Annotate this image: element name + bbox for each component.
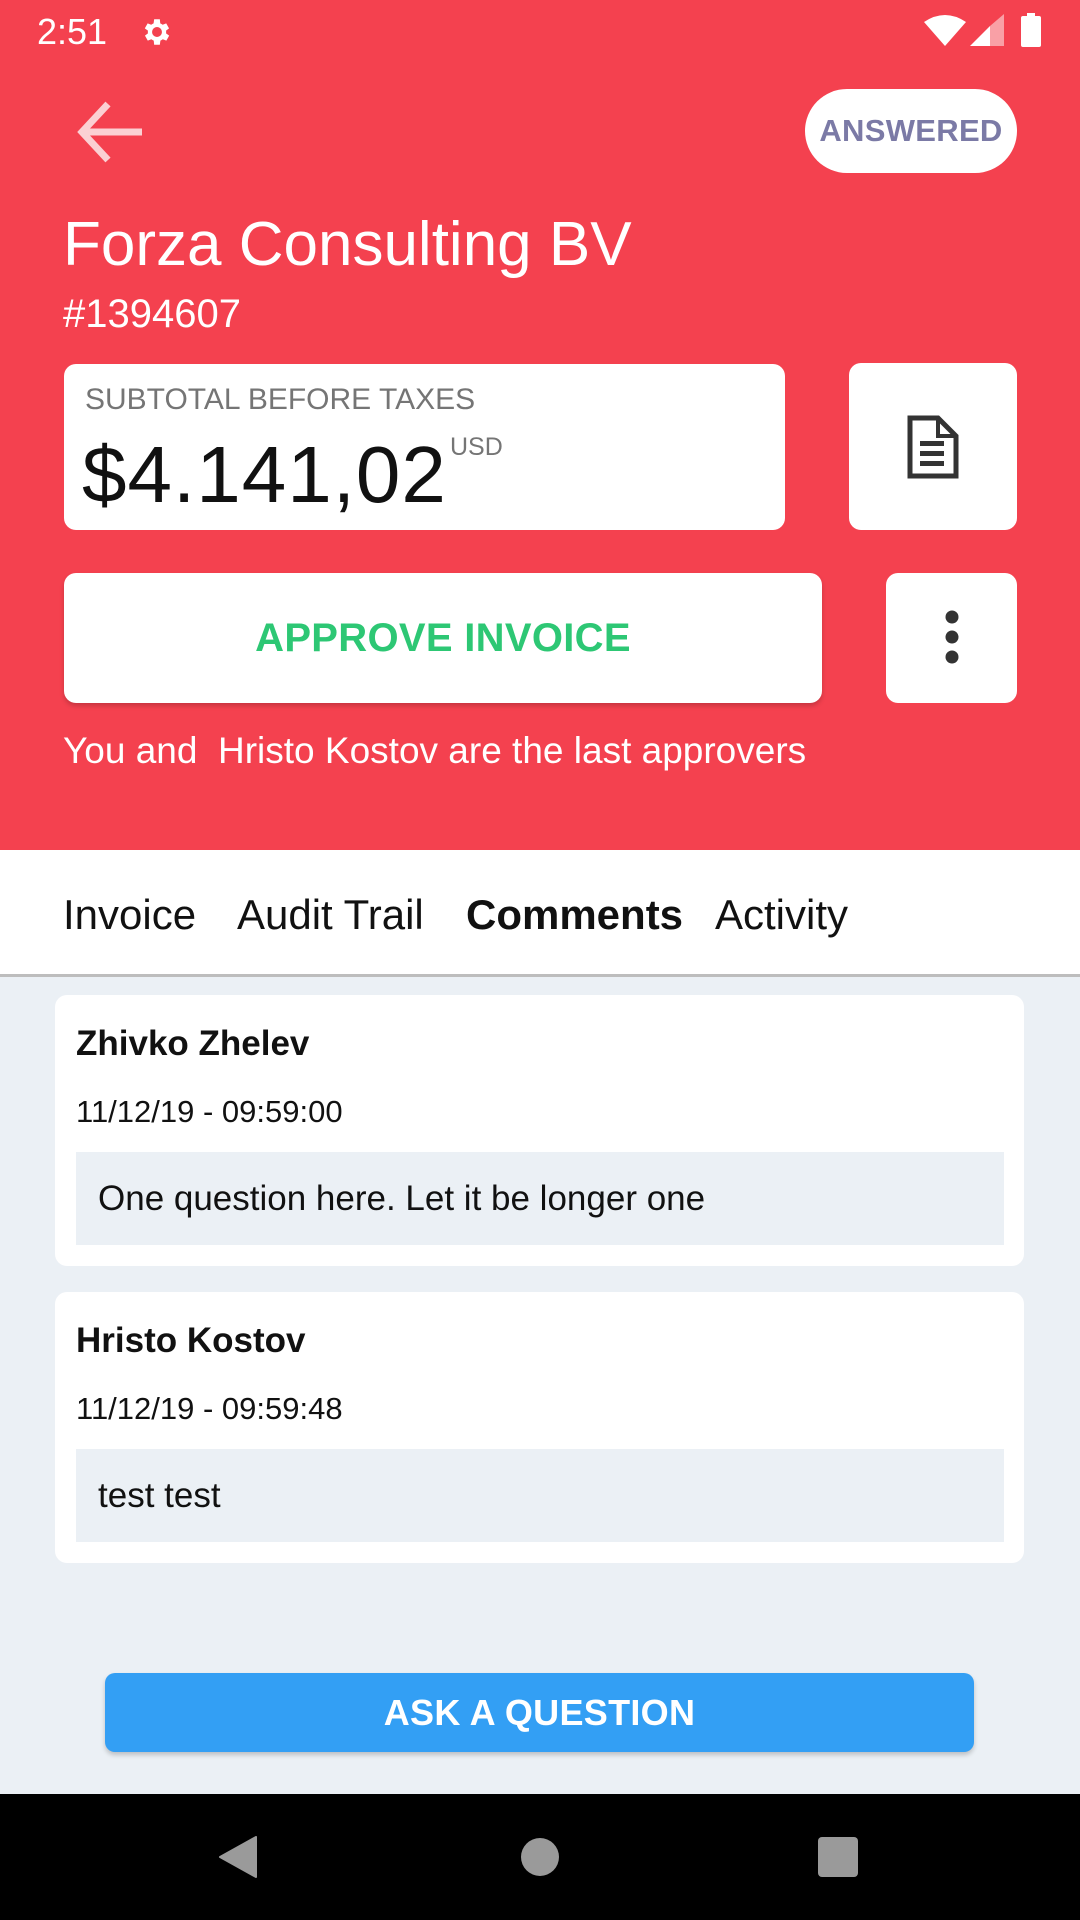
arrow-left-icon xyxy=(77,101,142,163)
signal-icon xyxy=(970,14,1004,46)
view-document-button[interactable] xyxy=(849,363,1017,530)
system-nav-bar xyxy=(0,1794,1080,1920)
nav-back-icon[interactable] xyxy=(218,1836,258,1878)
tab-comments[interactable]: Comments xyxy=(466,890,683,940)
ask-question-button[interactable]: ASK A QUESTION xyxy=(105,1673,974,1752)
status-time: 2:51 xyxy=(37,11,108,52)
tab-activity[interactable]: Activity xyxy=(715,890,848,940)
approve-invoice-button[interactable]: APPROVE INVOICE xyxy=(64,573,822,703)
subtotal-currency: USD xyxy=(450,433,503,461)
status-badge: ANSWERED xyxy=(805,89,1017,173)
tab-bar: Invoice Audit Trail Comments Activity xyxy=(0,850,1080,977)
comment-author: Hristo Kostov xyxy=(76,1321,306,1360)
comment-text: test test xyxy=(76,1449,1004,1542)
invoice-header: 2:51 ANSWERED Forza Consulting BV #13946… xyxy=(0,0,1080,850)
comment-text: One question here. Let it be longer one xyxy=(76,1152,1004,1245)
page-title: Forza Consulting BV xyxy=(63,210,632,279)
comment-card: Zhivko Zhelev 11/12/19 - 09:59:00 One qu… xyxy=(55,995,1024,1266)
comment-card: Hristo Kostov 11/12/19 - 09:59:48 test t… xyxy=(55,1292,1024,1563)
subtotal-card: SUBTOTAL BEFORE TAXES $4.141,02 USD xyxy=(64,364,785,530)
nav-home-icon[interactable] xyxy=(521,1838,559,1876)
subtotal-amount: $4.141,02 xyxy=(82,430,447,519)
comment-author: Zhivko Zhelev xyxy=(76,1024,310,1063)
comment-text-content: One question here. Let it be longer one xyxy=(98,1178,706,1218)
more-vertical-icon xyxy=(945,610,958,664)
comment-text-content: test test xyxy=(98,1475,221,1515)
tab-audit-trail[interactable]: Audit Trail xyxy=(237,890,424,940)
comment-date: 11/12/19 - 09:59:48 xyxy=(76,1391,343,1426)
invoice-number: #1394607 xyxy=(63,292,241,336)
subtotal-label: SUBTOTAL BEFORE TAXES xyxy=(85,383,476,416)
gear-icon xyxy=(144,19,170,45)
tab-invoice[interactable]: Invoice xyxy=(63,890,196,940)
document-icon xyxy=(907,415,959,478)
more-options-button[interactable] xyxy=(886,573,1017,703)
approvers-note: You and Hristo Kostov are the last appro… xyxy=(63,730,807,771)
wifi-icon xyxy=(924,15,966,46)
comment-date: 11/12/19 - 09:59:00 xyxy=(76,1094,343,1129)
back-button[interactable] xyxy=(72,94,150,170)
nav-recents-icon[interactable] xyxy=(818,1837,858,1877)
battery-icon xyxy=(1021,13,1041,47)
